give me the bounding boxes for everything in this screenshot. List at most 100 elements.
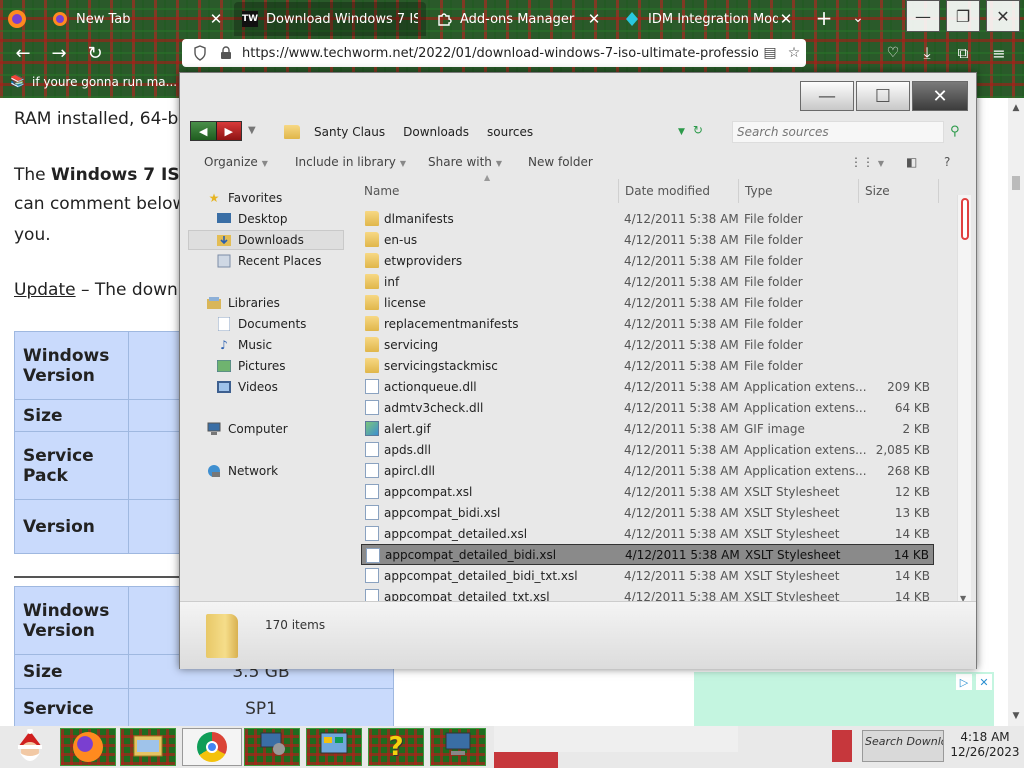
file-row[interactable]: appcompat_detailed_bidi.xsl 4/12/2011 5:3…	[361, 544, 934, 565]
column-header-date[interactable]: Date modified	[625, 184, 710, 198]
advertisement[interactable]: ▷ ✕	[694, 672, 994, 726]
nav-recent-places[interactable]: Recent Places	[216, 251, 321, 271]
nav-favorites[interactable]: ★ Favorites	[206, 188, 283, 208]
taskbar-control-panel-button[interactable]	[306, 728, 362, 766]
close-ad-icon[interactable]: ✕	[976, 674, 992, 690]
file-row[interactable]: etwproviders 4/12/2011 5:38 AM File folder	[361, 250, 934, 271]
column-header-type[interactable]: Type	[745, 184, 773, 198]
bookmark-item[interactable]: 📚 if youre gonna run ma...	[10, 74, 177, 90]
lock-icon[interactable]	[216, 43, 236, 63]
nav-videos[interactable]: Videos	[216, 377, 278, 397]
explorer-maximize-button[interactable]: ☐	[856, 81, 910, 111]
reader-view-icon[interactable]: ▤	[758, 41, 782, 65]
column-separator[interactable]	[738, 179, 739, 203]
close-tab-icon[interactable]: ✕	[586, 10, 602, 28]
explorer-forward-arrow-icon[interactable]: ▶	[215, 122, 241, 140]
taskbar-chrome-button[interactable]	[182, 728, 242, 766]
tab-addons-manager[interactable]: Add-ons Manager ✕	[428, 2, 610, 36]
back-arrow-icon[interactable]: ←	[10, 41, 36, 65]
column-header-size[interactable]: Size	[865, 184, 890, 198]
taskbar-computer-button[interactable]	[430, 728, 486, 766]
nav-downloads[interactable]: Downloads	[188, 230, 344, 250]
file-row[interactable]: appcompat_detailed_bidi_txt.xsl 4/12/2011…	[361, 565, 934, 586]
refresh-icon[interactable]: ↻	[693, 123, 703, 137]
url-bar[interactable]: https://www.techworm.net/2022/01/downloa…	[182, 39, 806, 67]
explorer-close-button[interactable]: ✕	[912, 81, 968, 111]
firefox-menu-icon[interactable]	[6, 8, 28, 30]
column-header-name[interactable]: Name	[364, 184, 399, 198]
nav-pictures[interactable]: Pictures	[216, 356, 286, 376]
nav-libraries[interactable]: Libraries	[206, 293, 280, 313]
view-options-icon[interactable]: ⋮⋮ ▼	[850, 155, 884, 169]
file-row[interactable]: appcompat.xsl 4/12/2011 5:38 AM XSLT Style…	[361, 481, 934, 502]
browser-restore-button[interactable]: ❐	[946, 0, 980, 32]
taskbar-help-button[interactable]: ?	[368, 728, 424, 766]
file-row[interactable]: license 4/12/2011 5:38 AM File folder	[361, 292, 934, 313]
adchoices-icon[interactable]: ▷	[956, 674, 972, 690]
nav-desktop[interactable]: Desktop	[216, 209, 288, 229]
scroll-up-icon[interactable]: ▲	[1008, 100, 1024, 116]
recent-pages-chevron-icon[interactable]: ▼	[248, 125, 256, 136]
close-tab-icon[interactable]: ✕	[208, 10, 224, 28]
column-separator[interactable]	[858, 179, 859, 203]
list-tabs-chevron-icon[interactable]: ⌄	[846, 6, 870, 30]
file-row[interactable]: actionqueue.dll 4/12/2011 5:38 AM Applicat…	[361, 376, 934, 397]
file-row[interactable]: admtv3check.dll 4/12/2011 5:38 AM Applicat…	[361, 397, 934, 418]
file-row[interactable]: en-us 4/12/2011 5:38 AM File folder	[361, 229, 934, 250]
explorer-back-arrow-icon[interactable]: ◀	[191, 122, 216, 140]
file-row[interactable]: appcompat_detailed.xsl 4/12/2011 5:38 AM X…	[361, 523, 934, 544]
taskbar-network-button[interactable]	[244, 728, 300, 766]
tab-download-windows-7[interactable]: TW Download Windows 7 ISO	[234, 2, 426, 36]
shield-icon[interactable]	[190, 43, 210, 63]
organize-button[interactable]: Organize ▼	[204, 155, 268, 169]
column-separator[interactable]	[618, 179, 619, 203]
tray-search-box[interactable]: Search Downlo	[862, 730, 944, 762]
file-row[interactable]: apircl.dll 4/12/2011 5:38 AM Application e…	[361, 460, 934, 481]
reload-icon[interactable]: ↻	[82, 41, 108, 65]
preview-pane-icon[interactable]: ◧	[906, 155, 917, 169]
breadcrumb[interactable]: Santy Claus Downloads sources	[284, 121, 551, 143]
downloads-icon[interactable]: ⤓	[914, 41, 940, 65]
nav-music[interactable]: ♪ Music	[216, 335, 272, 355]
file-row[interactable]: servicing 4/12/2011 5:38 AM File folder	[361, 334, 934, 355]
file-row[interactable]: inf 4/12/2011 5:38 AM File folder	[361, 271, 934, 292]
nav-computer[interactable]: Computer	[206, 419, 288, 439]
column-separator[interactable]	[938, 179, 939, 203]
search-box[interactable]	[732, 121, 944, 143]
explorer-minimize-button[interactable]: —	[800, 81, 854, 111]
nav-documents[interactable]: Documents	[216, 314, 306, 334]
pocket-icon[interactable]: ♡	[880, 41, 906, 65]
extensions-icon[interactable]: ⧉	[950, 41, 976, 65]
explorer-titlebar[interactable]: — ☐ ✕	[180, 73, 976, 113]
breadcrumb-item[interactable]: sources	[487, 125, 533, 139]
taskbar-firefox-button[interactable]	[60, 728, 116, 766]
file-row[interactable]: alert.gif 4/12/2011 5:38 AM GIF image 2 KB	[361, 418, 934, 439]
breadcrumb-item[interactable]: Downloads	[403, 125, 469, 139]
bookmark-star-icon[interactable]: ☆	[782, 41, 806, 65]
forward-arrow-icon[interactable]: →	[46, 41, 72, 65]
breadcrumb-item[interactable]: Santy Claus	[314, 125, 385, 139]
file-row[interactable]: replacementmanifests 4/12/2011 5:38 AM Fil…	[361, 313, 934, 334]
browser-minimize-button[interactable]: —	[906, 0, 940, 32]
file-row[interactable]: apds.dll 4/12/2011 5:38 AM Application ext…	[361, 439, 934, 460]
close-tab-icon[interactable]: ✕	[778, 10, 794, 28]
start-button-santa-icon[interactable]	[4, 728, 56, 768]
nav-network[interactable]: Network	[206, 461, 278, 481]
file-row[interactable]: servicingstackmisc 4/12/2011 5:38 AM File …	[361, 355, 934, 376]
page-scrollbar[interactable]: ▲ ▼	[1008, 98, 1024, 726]
scroll-thumb[interactable]	[1012, 176, 1020, 190]
tab-new-tab[interactable]: New Tab ✕	[44, 2, 232, 36]
taskbar-explorer-button[interactable]	[120, 728, 176, 766]
share-with-button[interactable]: Share with ▼	[428, 155, 502, 169]
file-row[interactable]: dlmanifests 4/12/2011 5:38 AM File folder	[361, 208, 934, 229]
file-list-scroll-thumb[interactable]	[961, 198, 969, 240]
scroll-down-icon[interactable]: ▼	[1008, 708, 1024, 724]
url-text[interactable]: https://www.techworm.net/2022/01/downloa…	[242, 46, 758, 61]
browser-close-button[interactable]: ✕	[986, 0, 1020, 32]
system-clock[interactable]: 4:18 AM 12/26/2023	[950, 730, 1020, 760]
search-icon[interactable]: ⚲	[950, 124, 960, 139]
new-folder-button[interactable]: New folder	[528, 155, 593, 169]
include-in-library-button[interactable]: Include in library ▼	[295, 155, 406, 169]
file-list-scrollbar[interactable]: ▼	[957, 195, 971, 605]
file-row[interactable]: appcompat_bidi.xsl 4/12/2011 5:38 AM XSLT …	[361, 502, 934, 523]
